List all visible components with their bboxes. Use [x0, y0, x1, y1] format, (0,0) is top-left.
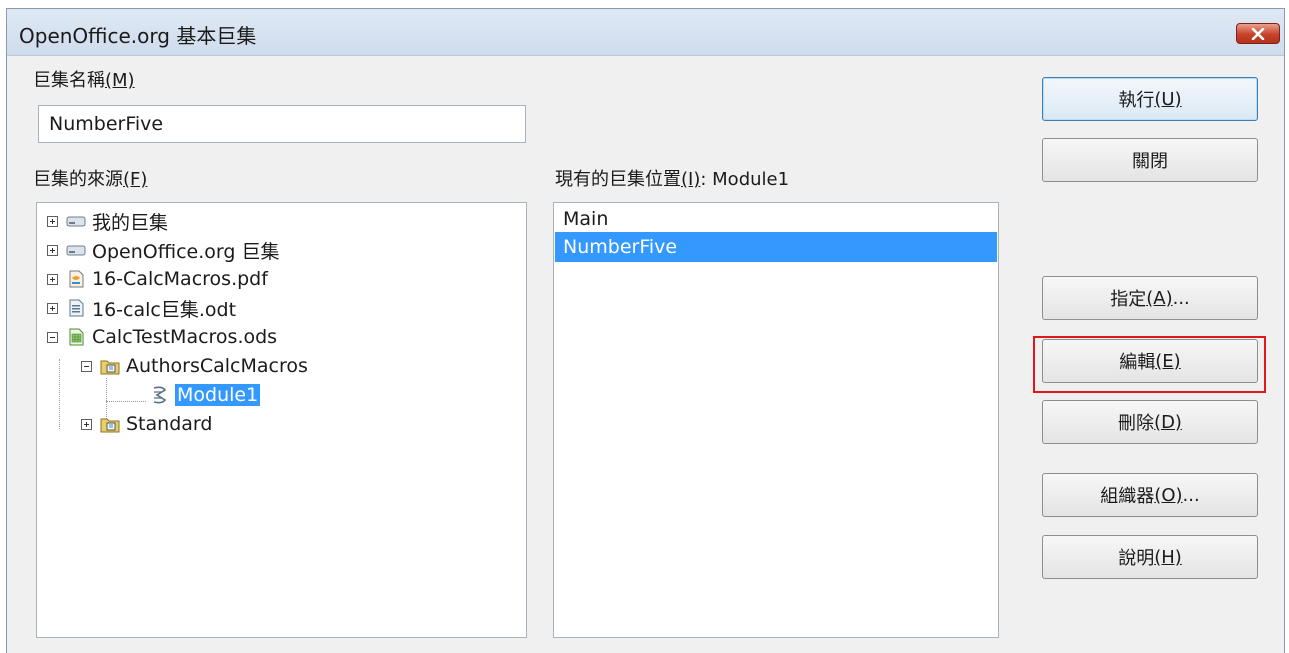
tree-item-standard[interactable]: Standard — [81, 411, 212, 437]
macro-dialog: OpenOffice.org 基本巨集 巨集名稱(M) 巨集的來源(F) 我的巨… — [6, 8, 1285, 653]
assign-button[interactable]: 指定 (A)... — [1042, 276, 1258, 320]
collapse-icon[interactable] — [81, 360, 92, 372]
macro-name-input[interactable] — [38, 105, 526, 143]
help-button[interactable]: 說明 (H) — [1042, 535, 1258, 579]
edit-button-highlight — [1033, 336, 1266, 393]
library-folder-icon — [100, 360, 120, 375]
drive-icon — [66, 216, 86, 227]
window-title: OpenOffice.org 基本巨集 — [19, 24, 257, 48]
close-icon — [1251, 27, 1265, 40]
expand-icon[interactable] — [47, 302, 58, 314]
tree-item-calc-odt[interactable]: 16-calc巨集.odt — [47, 295, 236, 321]
macro-source-label: 巨集的來源(F) — [33, 169, 148, 190]
expand-icon[interactable] — [47, 244, 58, 256]
expand-icon[interactable] — [47, 273, 58, 285]
tree-item-calcmacros-pdf[interactable]: 16-CalcMacros.pdf — [47, 266, 268, 292]
window-close-button[interactable] — [1236, 23, 1280, 44]
tree-line — [106, 401, 146, 402]
close-button[interactable]: 關閉 — [1042, 138, 1258, 182]
module-icon — [153, 386, 167, 404]
writer-document-icon — [69, 299, 84, 317]
delete-button[interactable]: 刪除 (D) — [1042, 400, 1258, 444]
expand-icon[interactable] — [81, 418, 92, 430]
run-button[interactable]: 執行 (U) — [1042, 77, 1258, 121]
tree-line — [59, 359, 60, 429]
tree-item-my-macros[interactable]: 我的巨集 — [47, 208, 168, 234]
document-icon — [69, 270, 84, 288]
organizer-button[interactable]: 組織器 (O)... — [1042, 473, 1258, 517]
library-folder-icon — [100, 418, 120, 433]
tree-item-calctestmacros-ods[interactable]: CalcTestMacros.ods — [47, 324, 277, 350]
list-item-numberfive[interactable]: NumberFive — [555, 232, 997, 262]
collapse-icon[interactable] — [47, 331, 58, 343]
drive-icon — [66, 245, 86, 256]
expand-icon[interactable] — [47, 215, 58, 227]
macro-source-tree[interactable]: 我的巨集 OpenOffice.org 巨集 16-CalcMacros.pdf — [36, 202, 527, 638]
list-item-main[interactable]: Main — [555, 204, 997, 234]
tree-item-openoffice-macros[interactable]: OpenOffice.org 巨集 — [47, 237, 279, 263]
existing-macros-list[interactable]: Main NumberFive — [553, 202, 999, 638]
tree-item-module1[interactable]: Module1 — [149, 382, 261, 408]
title-bar[interactable]: OpenOffice.org 基本巨集 — [7, 9, 1284, 56]
tree-item-authorscalcmacros[interactable]: AuthorsCalcMacros — [81, 353, 308, 379]
macro-name-label: 巨集名稱(M) — [33, 70, 135, 91]
existing-macros-label: 現有的巨集位置(I): Module1 — [555, 169, 790, 190]
spreadsheet-icon — [69, 328, 84, 346]
